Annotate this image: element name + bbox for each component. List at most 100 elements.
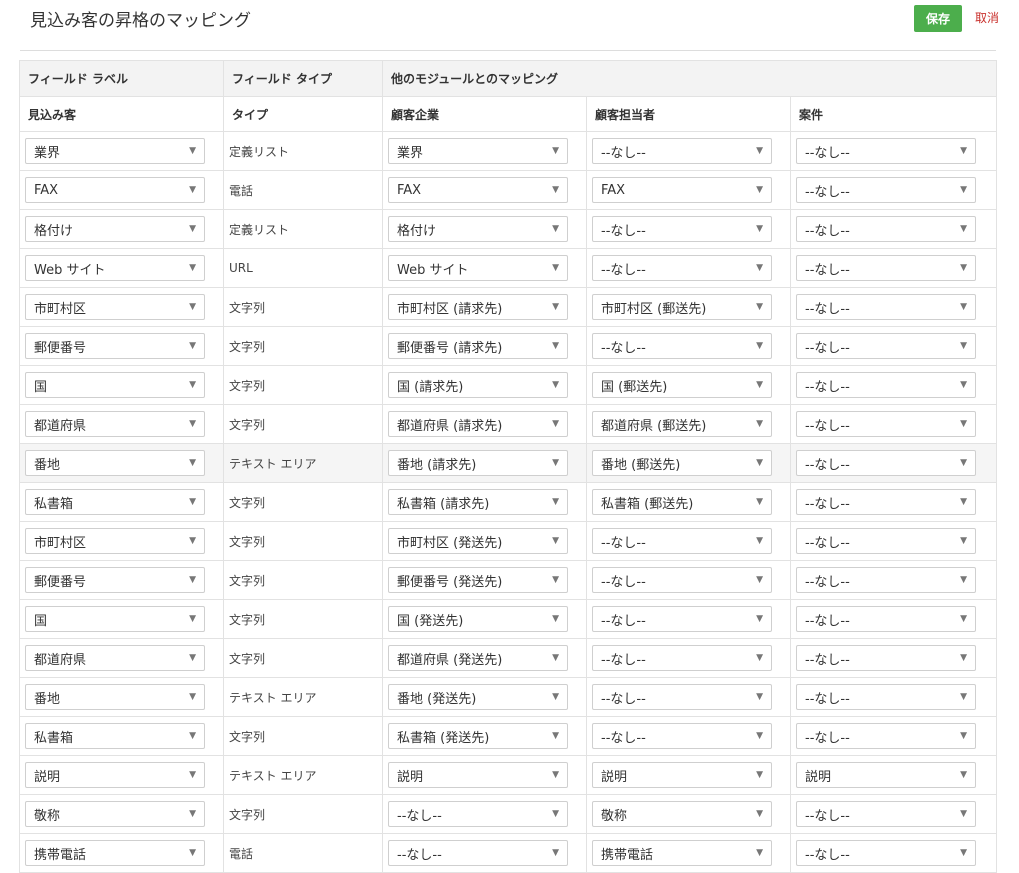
contact-field-select[interactable]: --なし-- ▼: [592, 567, 772, 593]
field-type-text: 定義リスト: [223, 209, 383, 249]
deal-field-select[interactable]: --なし-- ▼: [796, 216, 976, 242]
deal-field-select-value: --なし--: [805, 808, 850, 824]
account-field-select[interactable]: Web サイト ▼: [388, 255, 568, 281]
deal-field-select[interactable]: --なし-- ▼: [796, 333, 976, 359]
lead-field-select[interactable]: 業界 ▼: [25, 138, 205, 164]
deal-field-select[interactable]: 説明 ▼: [796, 762, 976, 788]
account-field-select[interactable]: 国 (請求先) ▼: [388, 372, 568, 398]
save-button[interactable]: 保存: [914, 5, 962, 32]
contact-field-select[interactable]: --なし-- ▼: [592, 723, 772, 749]
deal-field-select[interactable]: --なし-- ▼: [796, 450, 976, 476]
deal-field-select[interactable]: --なし-- ▼: [796, 411, 976, 437]
dropdown-caret-icon: ▼: [756, 302, 763, 312]
account-field-select[interactable]: 郵便番号 (請求先) ▼: [388, 333, 568, 359]
account-field-select[interactable]: 都道府県 (請求先) ▼: [388, 411, 568, 437]
lead-field-select[interactable]: 私書箱 ▼: [25, 489, 205, 515]
contact-field-select[interactable]: 国 (郵送先) ▼: [592, 372, 772, 398]
deal-field-select[interactable]: --なし-- ▼: [796, 567, 976, 593]
account-field-cell: 番地 (請求先) ▼: [382, 443, 587, 483]
contact-field-select[interactable]: 番地 (郵送先) ▼: [592, 450, 772, 476]
lead-field-select[interactable]: 格付け ▼: [25, 216, 205, 242]
account-field-select[interactable]: 市町村区 (請求先) ▼: [388, 294, 568, 320]
account-field-select[interactable]: 業界 ▼: [388, 138, 568, 164]
lead-field-select[interactable]: 説明 ▼: [25, 762, 205, 788]
lead-field-select[interactable]: 携帯電話 ▼: [25, 840, 205, 866]
account-field-select[interactable]: --なし-- ▼: [388, 840, 568, 866]
deal-field-select[interactable]: --なし-- ▼: [796, 723, 976, 749]
lead-field-select[interactable]: 市町村区 ▼: [25, 294, 205, 320]
contact-field-select[interactable]: --なし-- ▼: [592, 684, 772, 710]
contact-field-select-value: --なし--: [601, 340, 646, 356]
deal-field-select[interactable]: --なし-- ▼: [796, 528, 976, 554]
account-field-select[interactable]: FAX ▼: [388, 177, 568, 203]
cancel-link[interactable]: 取消: [975, 9, 999, 26]
mapping-row: 番地 ▼ テキスト エリア 番地 (発送先) ▼ --なし-- ▼ --なし-- ▼: [19, 677, 998, 717]
lead-field-select[interactable]: Web サイト ▼: [25, 255, 205, 281]
deal-field-select[interactable]: --なし-- ▼: [796, 294, 976, 320]
contact-field-cell: --なし-- ▼: [586, 677, 791, 717]
contact-field-select-value: 説明: [601, 769, 628, 785]
lead-field-select[interactable]: 番地 ▼: [25, 684, 205, 710]
lead-field-select[interactable]: 郵便番号 ▼: [25, 567, 205, 593]
deal-field-cell: --なし-- ▼: [789, 638, 998, 678]
account-field-select[interactable]: 格付け ▼: [388, 216, 568, 242]
contact-field-cell: --なし-- ▼: [586, 638, 791, 678]
field-type-text: URL: [223, 248, 383, 288]
contact-field-select[interactable]: --なし-- ▼: [592, 216, 772, 242]
account-field-select[interactable]: 私書箱 (発送先) ▼: [388, 723, 568, 749]
lead-field-select[interactable]: 国 ▼: [25, 372, 205, 398]
account-field-select-value: 私書箱 (請求先): [397, 496, 490, 512]
deal-field-select[interactable]: --なし-- ▼: [796, 606, 976, 632]
contact-field-select[interactable]: 都道府県 (郵送先) ▼: [592, 411, 772, 437]
deal-field-select[interactable]: --なし-- ▼: [796, 177, 976, 203]
lead-field-select[interactable]: 私書箱 ▼: [25, 723, 205, 749]
contact-field-select[interactable]: 敬称 ▼: [592, 801, 772, 827]
contact-field-select[interactable]: --なし-- ▼: [592, 606, 772, 632]
lead-field-select[interactable]: FAX ▼: [25, 177, 205, 203]
col-header-deal: 案件: [789, 96, 998, 132]
deal-field-select[interactable]: --なし-- ▼: [796, 645, 976, 671]
contact-field-select[interactable]: 市町村区 (郵送先) ▼: [592, 294, 772, 320]
account-field-select[interactable]: 市町村区 (発送先) ▼: [388, 528, 568, 554]
contact-field-select[interactable]: --なし-- ▼: [592, 138, 772, 164]
lead-field-select-value: 国: [34, 379, 48, 395]
account-field-select[interactable]: 都道府県 (発送先) ▼: [388, 645, 568, 671]
deal-field-select-value: --なし--: [805, 145, 850, 161]
deal-field-select[interactable]: --なし-- ▼: [796, 684, 976, 710]
contact-field-cell: --なし-- ▼: [586, 209, 791, 249]
account-field-select[interactable]: 番地 (発送先) ▼: [388, 684, 568, 710]
account-field-select[interactable]: 国 (発送先) ▼: [388, 606, 568, 632]
account-field-select[interactable]: 説明 ▼: [388, 762, 568, 788]
lead-field-select[interactable]: 郵便番号 ▼: [25, 333, 205, 359]
lead-field-select[interactable]: 国 ▼: [25, 606, 205, 632]
account-field-cell: 都道府県 (請求先) ▼: [382, 404, 587, 444]
contact-field-select[interactable]: 説明 ▼: [592, 762, 772, 788]
contact-field-select[interactable]: FAX ▼: [592, 177, 772, 203]
deal-field-select[interactable]: --なし-- ▼: [796, 489, 976, 515]
contact-field-select[interactable]: --なし-- ▼: [592, 528, 772, 554]
lead-field-select[interactable]: 都道府県 ▼: [25, 411, 205, 437]
lead-field-select[interactable]: 番地 ▼: [25, 450, 205, 476]
contact-field-select[interactable]: 携帯電話 ▼: [592, 840, 772, 866]
deal-field-select[interactable]: --なし-- ▼: [796, 255, 976, 281]
contact-field-select[interactable]: 私書箱 (郵送先) ▼: [592, 489, 772, 515]
account-field-select[interactable]: --なし-- ▼: [388, 801, 568, 827]
lead-field-select[interactable]: 都道府県 ▼: [25, 645, 205, 671]
lead-field-cell: 私書箱 ▼: [19, 482, 224, 522]
deal-field-select[interactable]: --なし-- ▼: [796, 801, 976, 827]
account-field-select[interactable]: 番地 (請求先) ▼: [388, 450, 568, 476]
deal-field-cell: --なし-- ▼: [789, 248, 998, 288]
lead-field-select[interactable]: 敬称 ▼: [25, 801, 205, 827]
contact-field-select[interactable]: --なし-- ▼: [592, 333, 772, 359]
deal-field-select[interactable]: --なし-- ▼: [796, 372, 976, 398]
contact-field-select-value: --なし--: [601, 652, 646, 668]
lead-field-select[interactable]: 市町村区 ▼: [25, 528, 205, 554]
deal-field-select-value: --なし--: [805, 730, 850, 746]
deal-field-select[interactable]: --なし-- ▼: [796, 138, 976, 164]
contact-field-select[interactable]: --なし-- ▼: [592, 645, 772, 671]
account-field-select[interactable]: 私書箱 (請求先) ▼: [388, 489, 568, 515]
account-field-select[interactable]: 郵便番号 (発送先) ▼: [388, 567, 568, 593]
lead-field-cell: 私書箱 ▼: [19, 716, 224, 756]
contact-field-select[interactable]: --なし-- ▼: [592, 255, 772, 281]
deal-field-select[interactable]: --なし-- ▼: [796, 840, 976, 866]
